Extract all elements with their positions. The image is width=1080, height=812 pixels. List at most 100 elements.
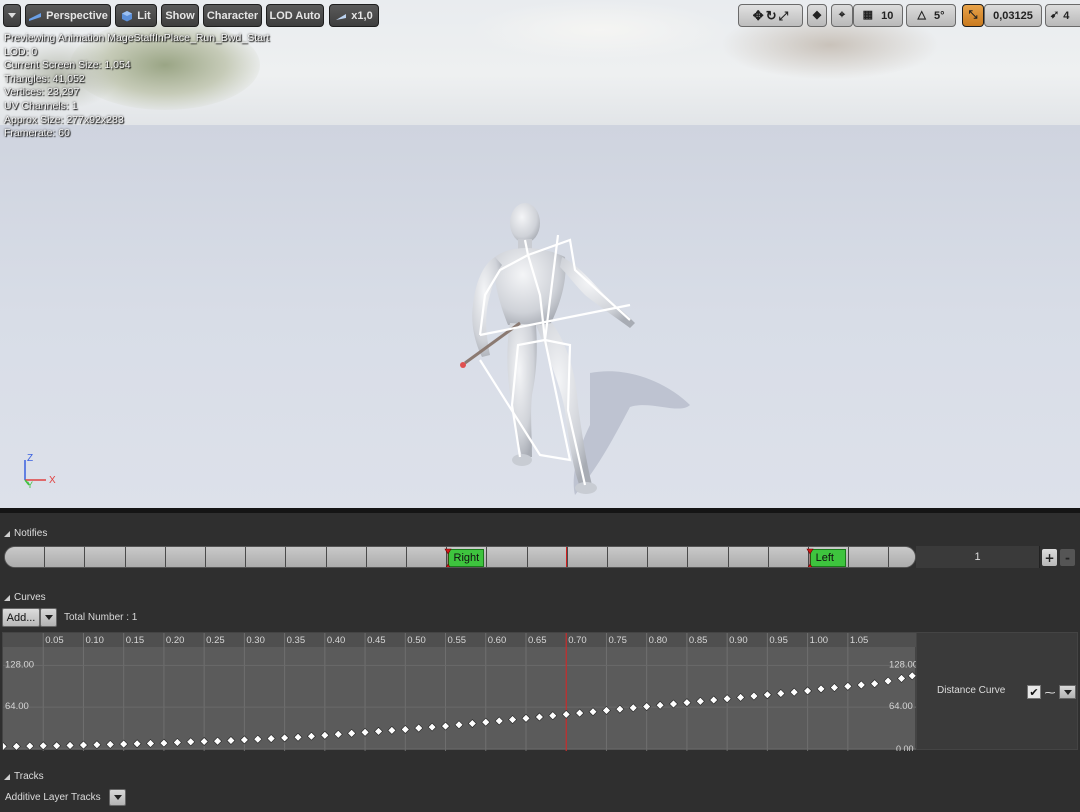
curve-key[interactable] [441, 721, 450, 731]
curve-type-icon[interactable]: ⁓ [1043, 685, 1057, 699]
scale-icon[interactable]: ⤢ [779, 10, 789, 22]
curve-key[interactable] [829, 683, 839, 693]
curve-key[interactable] [454, 720, 464, 730]
grid-snap-group[interactable]: ▦ 10 [853, 4, 903, 27]
viewport-menu-button[interactable] [3, 4, 21, 27]
curve-key[interactable] [239, 735, 249, 745]
curve-key[interactable] [400, 724, 410, 734]
curve-key[interactable] [575, 708, 585, 718]
add-notify-track-button[interactable]: + [1042, 549, 1057, 566]
curve-key[interactable] [843, 681, 853, 691]
world-local-toggle[interactable]: ◆ [807, 4, 827, 27]
curve-key[interactable] [803, 686, 813, 696]
additive-layer-tracks-dropdown[interactable] [109, 789, 126, 806]
curve-key[interactable] [306, 731, 316, 741]
curve-key[interactable] [722, 694, 732, 704]
curve-key[interactable] [159, 738, 169, 748]
curve-key[interactable] [186, 737, 196, 747]
rotate-icon[interactable]: ↻ [766, 9, 777, 22]
curve-key[interactable] [655, 700, 665, 710]
curve-key[interactable] [749, 691, 759, 701]
curve-key[interactable] [387, 725, 397, 735]
curve-key[interactable] [360, 727, 370, 737]
curve-key[interactable] [105, 740, 115, 749]
curve-y-label-right: 64.00 [889, 701, 913, 712]
curve-key[interactable] [870, 679, 880, 689]
notify-marker-icon[interactable] [443, 548, 452, 568]
add-curve-dropdown[interactable] [40, 608, 57, 627]
surface-snap-button[interactable]: ⌖ [831, 4, 853, 27]
curve-key[interactable] [414, 723, 424, 733]
curve-key[interactable] [508, 715, 517, 725]
scale-snap-value-button[interactable]: 0,03125 [984, 4, 1042, 27]
curve-key[interactable] [642, 702, 652, 711]
curve-key[interactable] [92, 740, 102, 750]
rotation-snap-group[interactable]: △ 5° [906, 4, 956, 27]
notify-marker-icon[interactable] [806, 548, 814, 568]
add-curve-button[interactable]: Add... [2, 608, 40, 627]
curve-key[interactable] [320, 730, 330, 740]
curves-header[interactable]: Curves [4, 592, 46, 603]
curve-key[interactable] [776, 689, 786, 698]
curve-key[interactable] [79, 740, 88, 750]
curve-key[interactable] [119, 739, 129, 749]
curve-key[interactable] [588, 707, 598, 717]
curve-key[interactable] [467, 719, 477, 728]
camera-speed-button[interactable]: ➹ 4 [1045, 4, 1080, 27]
curve-tick-label: 0.80 [649, 635, 668, 646]
curve-enable-checkbox[interactable]: ✔ [1027, 685, 1041, 699]
perspective-button[interactable]: Perspective [25, 4, 111, 27]
curve-key[interactable] [213, 736, 223, 746]
curve-key[interactable] [789, 687, 799, 697]
curve-key[interactable] [146, 739, 155, 748]
curve-key[interactable] [615, 704, 625, 714]
tracks-header[interactable]: Tracks [4, 771, 44, 782]
curve-key[interactable] [481, 717, 491, 727]
curve-plot[interactable]: 0.05 0.10 0.15 0.20 0.25 0.30 0.35 0.40 0.45 0.50… [3, 633, 917, 751]
curve-key[interactable] [883, 676, 893, 686]
curve-key[interactable] [762, 690, 772, 700]
curve-key[interactable] [65, 740, 75, 750]
notifies-header[interactable]: Notifies [4, 528, 47, 539]
curve-key[interactable] [709, 695, 719, 705]
curve-key[interactable] [548, 711, 558, 721]
curve-key[interactable] [253, 734, 263, 744]
curve-key[interactable] [347, 728, 357, 738]
curve-editor[interactable]: 0.05 0.10 0.15 0.20 0.25 0.30 0.35 0.40 0.45 0.50… [2, 632, 917, 751]
notify-track[interactable]: Right Left [4, 546, 916, 568]
remove-notify-track-button[interactable]: - [1060, 549, 1075, 566]
curve-key[interactable] [856, 680, 866, 690]
lit-button[interactable]: Lit [115, 4, 157, 27]
curve-key[interactable] [897, 674, 906, 683]
curve-key[interactable] [628, 703, 638, 713]
playback-speed-button[interactable]: x1,0 [329, 4, 379, 27]
curve-key[interactable] [374, 726, 383, 736]
curve-key[interactable] [280, 733, 290, 743]
curve-key[interactable] [561, 709, 571, 719]
curve-key[interactable] [907, 671, 917, 681]
preview-viewport[interactable]: Perspective Lit Show Character LOD Auto … [0, 0, 1080, 508]
curve-key[interactable] [199, 737, 209, 746]
curve-key[interactable] [521, 713, 531, 723]
scale-snap-toggle[interactable]: ⤡ [962, 4, 984, 27]
curve-key[interactable] [535, 712, 544, 722]
character-button[interactable]: Character [203, 4, 262, 27]
curve-key[interactable] [293, 732, 303, 742]
curve-key[interactable] [816, 684, 826, 694]
curve-key[interactable] [494, 716, 504, 726]
curve-key[interactable] [695, 696, 705, 706]
curve-options-dropdown[interactable] [1059, 685, 1076, 699]
curve-key[interactable] [172, 738, 182, 747]
curve-key[interactable] [682, 698, 692, 708]
translate-icon[interactable]: ✥ [753, 9, 764, 22]
curve-key[interactable] [266, 734, 276, 743]
notify-left[interactable]: Left [806, 548, 846, 567]
curve-key[interactable] [226, 736, 236, 745]
curve-key[interactable] [736, 692, 746, 702]
show-button[interactable]: Show [161, 4, 199, 27]
curve-key[interactable] [427, 722, 437, 732]
lod-button[interactable]: LOD Auto [266, 4, 324, 27]
notify-right[interactable]: Right [443, 548, 484, 567]
curve-key[interactable] [333, 729, 343, 739]
curve-key[interactable] [132, 739, 142, 749]
